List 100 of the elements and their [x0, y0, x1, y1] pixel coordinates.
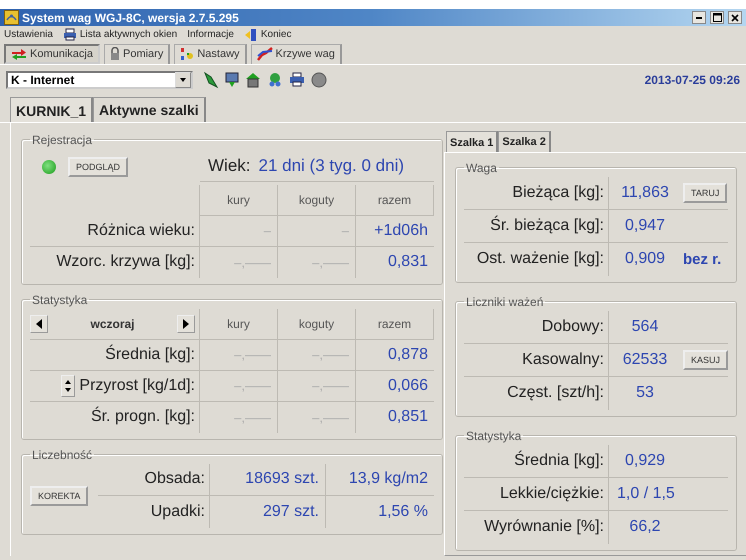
- right-triangle-icon: [182, 318, 190, 329]
- curve-icon: [256, 47, 273, 62]
- group-title: Liczebność: [31, 448, 94, 462]
- tab[interactable]: Aktywne szalki: [93, 96, 206, 122]
- tab[interactable]: Nastawy: [174, 44, 247, 64]
- table-cell: –: [278, 216, 356, 247]
- tab[interactable]: Pomiary: [104, 44, 170, 64]
- table-cell: –,——: [278, 246, 356, 278]
- menu-item[interactable]: Ustawienia: [4, 29, 53, 40]
- value-text: 1,0 / 1,5: [617, 484, 675, 503]
- row-label: Śr. progn. [kg]:: [90, 408, 195, 426]
- tab[interactable]: Szalka 2: [498, 130, 551, 152]
- leaf-icon[interactable]: [203, 70, 219, 89]
- close-icon: [731, 14, 739, 22]
- lock-icon: [110, 47, 120, 62]
- row-label: Ost. ważenie [kg]:: [464, 242, 609, 276]
- row-label: Częst. [szt/h]:: [464, 376, 609, 410]
- spin-button[interactable]: [61, 374, 76, 397]
- row-label: Lekkie/ciężkie:: [464, 478, 609, 511]
- age-label: Wiek: 21 dni (3 tyg. 0 dni): [200, 152, 434, 182]
- age-value: 21 dni (3 tyg. 0 dni): [258, 156, 404, 176]
- column-header: kury: [200, 308, 278, 340]
- row-label: Wyrównanie [%]:: [464, 510, 609, 544]
- minimize-button[interactable]: [692, 11, 706, 24]
- table-cell: –,——: [200, 246, 278, 278]
- row-label: Wzorc. krzywa [kg]:: [30, 246, 200, 278]
- row-label: Obsada:: [98, 464, 210, 496]
- preview-button[interactable]: PODGLĄD: [68, 156, 128, 177]
- action-button[interactable]: TARUJ: [683, 182, 728, 203]
- table-cell-text: 0,851: [386, 407, 429, 428]
- row-label: Bieżąca [kg]:: [464, 176, 609, 210]
- monitor-arrow-icon[interactable]: [225, 72, 239, 88]
- close-button[interactable]: [728, 11, 742, 24]
- row-label: Średnia [kg]:: [105, 346, 195, 364]
- printer-icon[interactable]: [289, 72, 305, 88]
- row-label: Śr. bieżąca [kg]:: [464, 210, 609, 243]
- table-cell: –,——: [200, 402, 278, 433]
- app-logo-icon: [4, 10, 19, 26]
- value-text: 0,947: [624, 216, 666, 235]
- up-down-icon: [64, 378, 72, 394]
- column-header: razem: [356, 308, 434, 340]
- window-title: System wag WGJ-8C, wersja 2.7.5.295: [22, 10, 240, 25]
- table-cell: 18693 szt.: [210, 464, 326, 496]
- maximize-icon: [712, 13, 722, 22]
- previous-button[interactable]: [30, 314, 48, 333]
- exit-icon: [244, 28, 258, 42]
- caret-icon: [179, 76, 187, 83]
- value-text: 0,929: [624, 452, 666, 470]
- value-text: 66,2: [628, 518, 662, 536]
- correction-button[interactable]: KOREKTA: [30, 486, 88, 506]
- row-label: Średnia [kg]:: [464, 444, 609, 478]
- value-text: 0,909: [624, 250, 666, 268]
- next-button[interactable]: [176, 314, 195, 333]
- table-cell-text: 0,831: [386, 252, 429, 272]
- tab[interactable]: Krzywe wag: [250, 44, 342, 64]
- table-cell: –,——: [278, 370, 356, 402]
- left-triangle-icon: [35, 318, 43, 329]
- value-text: 53: [635, 384, 655, 402]
- row-label: Przyrost [kg/1d]:: [79, 376, 195, 395]
- status-circle-icon: [311, 72, 327, 88]
- minimize-icon: [696, 16, 702, 19]
- group-title: Waga: [465, 160, 498, 175]
- tab[interactable]: KURNIK_1: [10, 96, 94, 122]
- value-suffix: bez r.: [683, 250, 722, 268]
- group-title: Liczniki ważeń: [465, 294, 544, 309]
- table-cell-text: 1,56 %: [377, 502, 429, 522]
- arrows-icon: [11, 48, 27, 60]
- menu-item[interactable]: Lista aktywnych okien: [62, 28, 178, 42]
- group-title: Statystyka: [31, 292, 88, 307]
- table-cell: –: [200, 216, 278, 247]
- period-label: wczoraj: [90, 316, 134, 331]
- connection-dropdown[interactable]: K - Internet: [6, 70, 193, 89]
- table-cell: 0,878: [356, 340, 434, 371]
- tab[interactable]: Szalka 1: [446, 130, 498, 152]
- row-label: Kasowalny:: [464, 344, 609, 377]
- tab[interactable]: Komunikacja: [4, 44, 100, 64]
- row-label: Różnica wieku:: [30, 216, 200, 247]
- menu-item[interactable]: Informacje: [187, 29, 234, 40]
- table-cell: –,——: [200, 340, 278, 371]
- table-cell: –,——: [200, 370, 278, 402]
- row-label: Upadki:: [98, 496, 210, 528]
- table-cell: –,——: [278, 340, 356, 371]
- table-cell: +1d06h: [356, 216, 434, 247]
- date-time: 2013-07-25 09:26: [644, 72, 740, 87]
- column-header: razem: [356, 184, 434, 216]
- table-cell: 13,9 kg/m2: [326, 464, 434, 496]
- action-button[interactable]: KASUJ: [683, 350, 728, 370]
- table-cell: –,——: [278, 402, 356, 433]
- maximize-button[interactable]: [710, 11, 724, 24]
- value-text: 11,863: [620, 184, 670, 202]
- column-header: kury: [200, 184, 278, 216]
- group-title: Statystyka: [465, 428, 522, 443]
- table-cell: 0,066: [356, 370, 434, 402]
- menu-item[interactable]: Koniec: [244, 28, 292, 42]
- value-text: 564: [630, 318, 660, 336]
- column-header: koguty: [278, 184, 356, 216]
- column-header: koguty: [278, 308, 356, 340]
- table-cell: 297 szt.: [210, 496, 326, 528]
- house-icon[interactable]: [245, 72, 261, 88]
- printer-icon: [62, 28, 77, 42]
